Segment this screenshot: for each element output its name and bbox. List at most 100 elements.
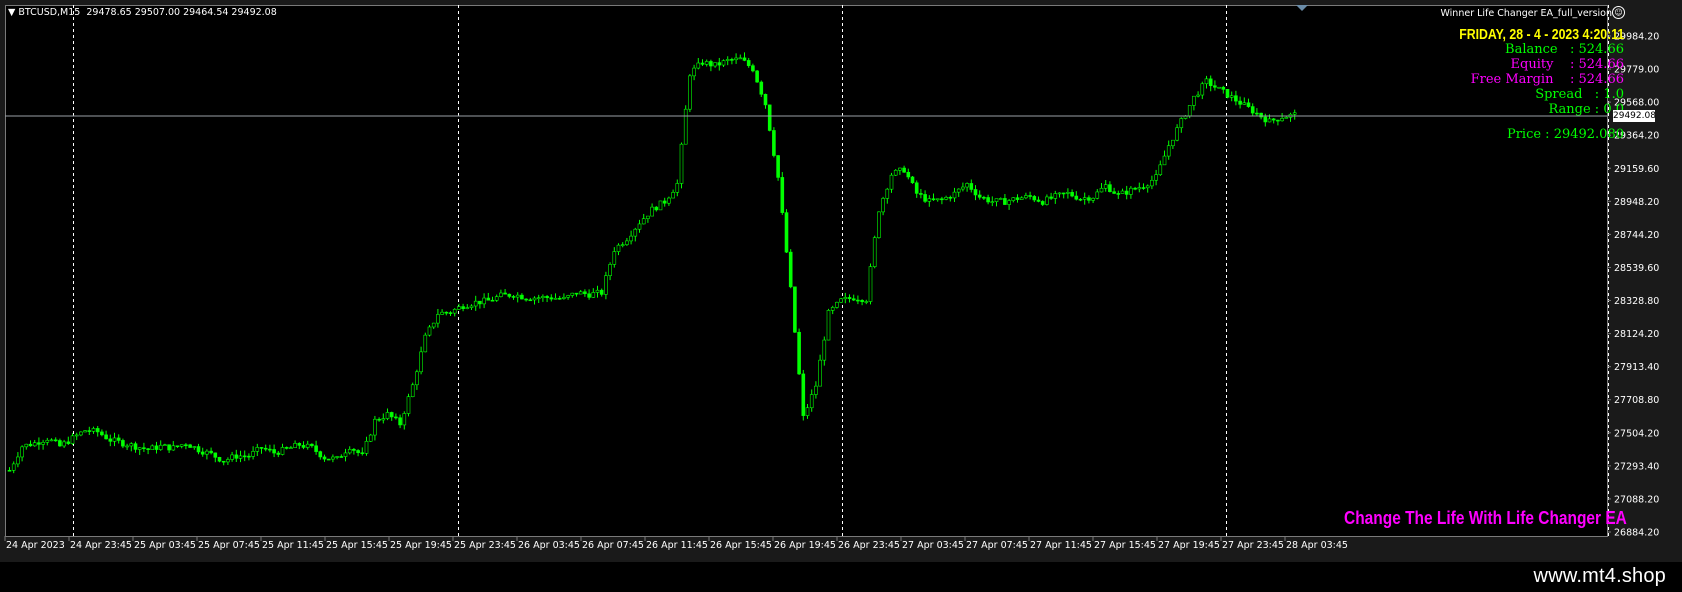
candle-body — [679, 143, 684, 184]
candle-body — [83, 430, 87, 433]
symbol-menu-arrow-icon[interactable]: ▼ — [8, 7, 15, 18]
candle-body — [137, 447, 142, 450]
candle-body — [356, 450, 360, 454]
candle-body — [788, 251, 793, 288]
candle-body — [591, 292, 596, 298]
candle-body — [1074, 195, 1079, 200]
price-axis-label: 27293.40 — [1614, 461, 1659, 472]
candle-body — [650, 206, 654, 217]
candle-body — [461, 306, 465, 309]
candle-body — [1280, 118, 1284, 122]
time-axis-label: 25 Apr 03:45 — [134, 540, 196, 551]
candle-body — [394, 416, 398, 419]
candle-body — [889, 174, 894, 190]
candle-body — [1028, 195, 1032, 197]
candle-body — [444, 311, 449, 314]
time-axis[interactable]: 24 Apr 2023 24 Apr 23:45 25 Apr 03:45 25 Ap… — [4, 536, 1348, 551]
candle-body — [868, 266, 873, 302]
candle-body — [1095, 191, 1100, 199]
candle-body — [948, 196, 953, 199]
smiley-icon[interactable]: ☺ — [1612, 6, 1625, 19]
candle-body — [520, 294, 524, 300]
candle-body — [1242, 102, 1247, 105]
candle-body — [696, 62, 701, 69]
candle-body — [381, 418, 386, 421]
candle-body — [675, 183, 680, 193]
candle-body — [986, 197, 990, 203]
candle-body — [20, 446, 24, 458]
candle-body — [830, 307, 835, 311]
candle-body — [717, 62, 722, 66]
time-axis-label: 26 Apr 07:45 — [582, 540, 644, 551]
candle-body — [142, 447, 146, 450]
candle-body — [1292, 112, 1297, 115]
candle-body — [1250, 106, 1255, 114]
symbol-info[interactable]: ▼ BTCUSD,M15 29478.65 29507.00 29464.54 … — [8, 7, 277, 18]
candle-body — [11, 463, 16, 471]
chart-area[interactable]: 29984.20 29779.00 29568.00 29364.20 29159.60… — [0, 0, 1682, 562]
candle-body — [276, 452, 281, 455]
candle-body — [1003, 198, 1007, 205]
candle-body — [536, 297, 541, 300]
candle-body — [1145, 185, 1150, 189]
candle-body — [1175, 127, 1179, 141]
candle-body — [268, 448, 272, 451]
candle-body — [465, 307, 470, 309]
candle-body — [961, 186, 965, 190]
candle-body — [184, 444, 188, 447]
time-axis-label: 24 Apr 2023 — [6, 540, 65, 551]
candle-body — [368, 434, 373, 442]
candle-body — [633, 228, 638, 237]
candle-body — [192, 446, 197, 448]
candle-body — [335, 456, 339, 458]
candle-body — [704, 61, 709, 65]
candle-body — [952, 191, 957, 199]
candle-body — [801, 373, 806, 416]
candle-body — [95, 428, 100, 433]
candle-body — [251, 451, 255, 457]
candle-body — [545, 296, 549, 298]
candle-body — [1183, 115, 1188, 119]
candle-body — [1087, 197, 1091, 201]
price-axis-label: 28744.20 — [1614, 230, 1659, 241]
candle-body — [1255, 112, 1259, 115]
candle-body — [175, 445, 180, 448]
candle-body — [473, 300, 478, 307]
time-axis-label: 26 Apr 11:45 — [646, 540, 708, 551]
candle-body — [772, 130, 776, 156]
price-axis-label: 29159.60 — [1614, 164, 1659, 175]
candle-body — [738, 57, 743, 60]
candle-body — [683, 108, 688, 145]
candle-body — [41, 441, 45, 445]
candle-body — [490, 299, 495, 302]
candle-body — [226, 459, 230, 463]
candle-body — [608, 264, 612, 276]
candle-body — [486, 297, 491, 301]
candle-body — [919, 193, 923, 195]
time-axis-label: 27 Apr 15:45 — [1094, 540, 1156, 551]
candle-body — [167, 444, 171, 451]
candle-body — [725, 59, 730, 61]
candle-body — [662, 200, 667, 204]
candle-body — [755, 70, 759, 83]
candle-body — [767, 104, 772, 131]
candle-body — [431, 322, 436, 328]
candle-body — [377, 418, 381, 421]
candle-body — [860, 300, 864, 303]
price-chart[interactable]: 29984.2029779.0029568.0029364.2029159.60… — [0, 0, 1682, 562]
time-axis-label: 25 Apr 23:45 — [454, 540, 516, 551]
candle-body — [893, 169, 898, 176]
candle-body — [751, 65, 755, 72]
candle-body — [541, 296, 545, 299]
candle-body — [759, 81, 764, 95]
candle-body — [66, 441, 71, 444]
candle-body — [91, 428, 96, 432]
current-price-tag: 29492.08 — [1613, 110, 1656, 122]
candle-body — [1204, 78, 1209, 85]
price-axis-label: 28948.20 — [1614, 197, 1659, 208]
candle-body — [419, 351, 423, 373]
candle-body — [1108, 184, 1112, 192]
candle-body — [242, 455, 247, 458]
candle-body — [238, 455, 243, 459]
candle-body — [1221, 86, 1226, 90]
